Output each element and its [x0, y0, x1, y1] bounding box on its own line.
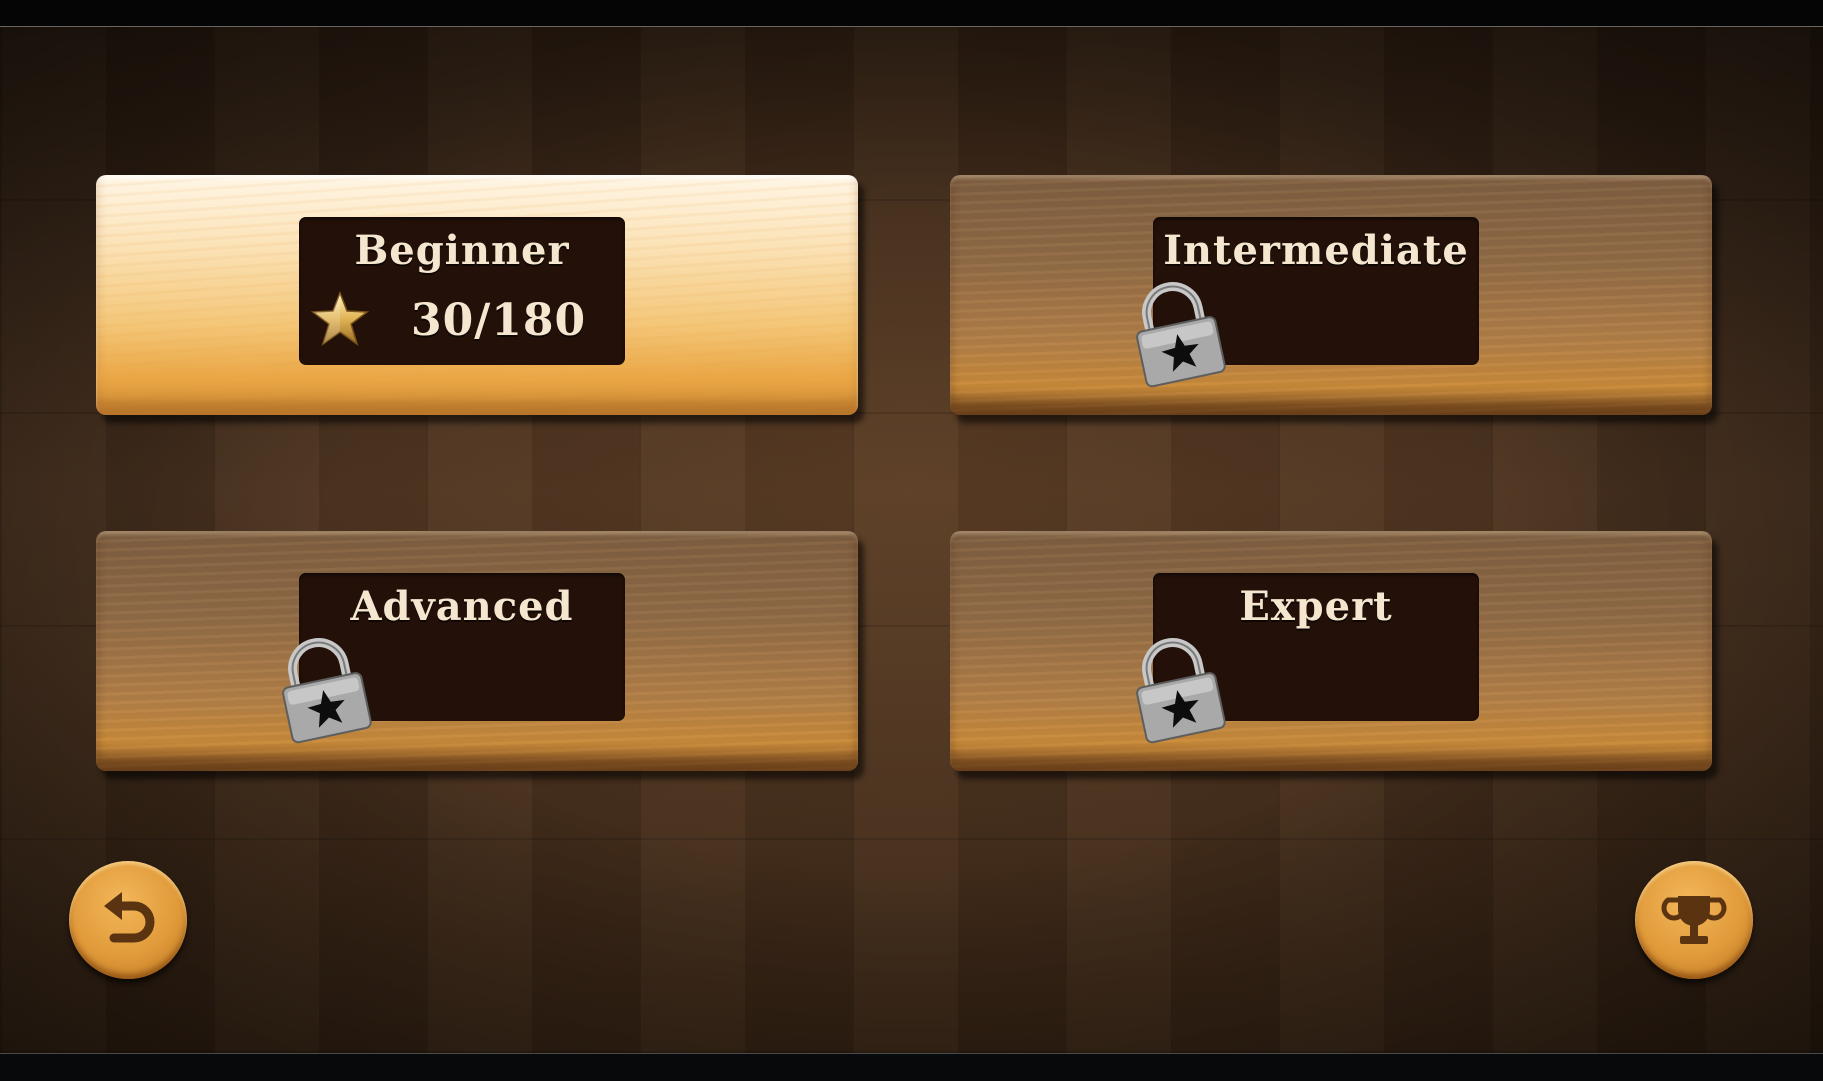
- trophy-icon: [1661, 896, 1727, 944]
- achievements-button[interactable]: [1635, 861, 1753, 979]
- level-card-beginner[interactable]: Beginner 30/180: [96, 175, 858, 415]
- padlock-star-icon: [1136, 638, 1226, 744]
- level-card-advanced[interactable]: Advanced: [96, 531, 858, 771]
- back-button[interactable]: [69, 861, 187, 979]
- level-card-expert[interactable]: Expert: [950, 531, 1712, 771]
- level-name: Beginner: [354, 227, 570, 274]
- level-name: Intermediate: [1163, 227, 1469, 274]
- level-label-plate: Beginner 30/180: [299, 217, 625, 365]
- level-name: Expert: [1239, 583, 1393, 630]
- wood-board-background: Beginner 30/180 Intermediate Advanced Ex…: [0, 27, 1823, 1053]
- star-icon: [311, 291, 369, 346]
- game-screen: Beginner 30/180 Intermediate Advanced Ex…: [0, 0, 1823, 1081]
- bottom-letterbox-bar: [0, 1053, 1823, 1081]
- top-letterbox-bar: [0, 0, 1823, 27]
- level-name: Advanced: [350, 583, 574, 630]
- back-arrow-icon: [104, 892, 155, 943]
- level-card-intermediate[interactable]: Intermediate: [950, 175, 1712, 415]
- padlock-star-icon: [1136, 282, 1226, 388]
- level-progress: 30/180: [411, 295, 587, 346]
- padlock-star-icon: [282, 638, 372, 744]
